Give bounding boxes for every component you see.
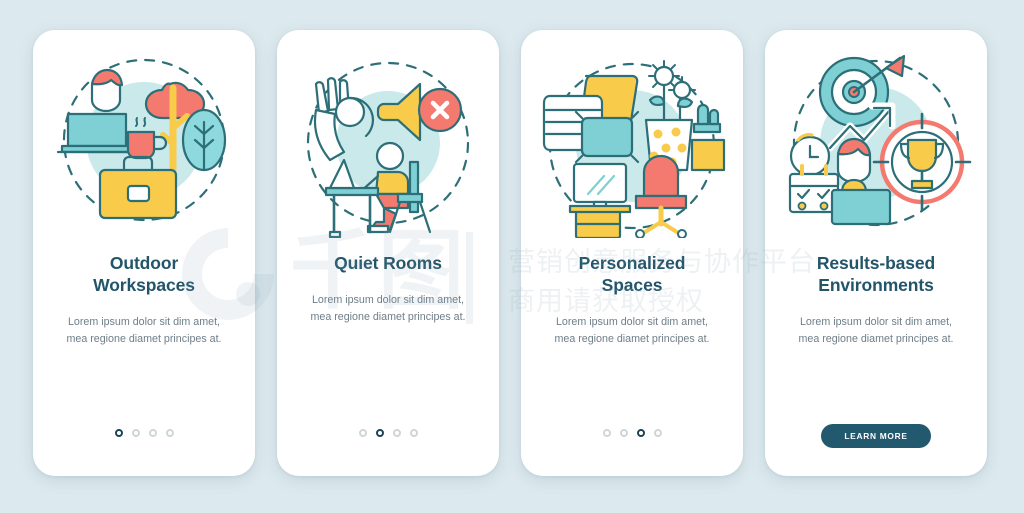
pagination-dots[interactable] [33,429,255,437]
pagination-dot-4[interactable] [653,429,662,437]
pagination-dot-1[interactable] [114,429,123,437]
card-title: Quiet Rooms [293,252,483,274]
card-title: Outdoor Workspaces [49,252,239,296]
onboarding-card-outdoor-workspaces[interactable]: Outdoor Workspaces Lorem ipsum dolor sit… [33,30,255,476]
card-title-line1: Results-based [816,253,936,273]
card-title: Personalized Spaces [537,252,727,296]
onboarding-card-row: Outdoor Workspaces Lorem ipsum dolor sit… [33,30,991,476]
card-body-text: Lorem ipsum dolor sit dim amet, mea regi… [554,316,710,346]
pagination-dot-1[interactable] [358,429,367,437]
card-body-text: Lorem ipsum dolor sit dim amet, mea regi… [798,316,954,346]
results-based-environments-illustration [776,48,976,238]
card-title-line2: Spaces [601,275,663,296]
card-title-line1: Quiet Rooms [334,253,442,273]
onboarding-card-personalized-spaces[interactable]: Personalized Spaces Lorem ipsum dolor si… [521,30,743,476]
card-title-line2: Workspaces [93,275,195,296]
outdoor-workspaces-illustration [44,48,244,238]
pagination-dot-3[interactable] [392,429,401,437]
card-body-text: Lorem ipsum dolor sit dim amet, mea regi… [66,316,222,346]
personalized-spaces-illustration [532,48,732,238]
onboarding-card-quiet-rooms[interactable]: Quiet Rooms Lorem ipsum dolor sit dim am… [277,30,499,476]
quiet-rooms-illustration [288,48,488,238]
card-body-text: Lorem ipsum dolor sit dim amet, mea regi… [310,294,466,324]
pagination-dot-3[interactable] [636,429,645,437]
pagination-dot-1[interactable] [602,429,611,437]
pagination-dots[interactable] [277,429,499,437]
pagination-dot-2[interactable] [131,429,140,437]
card-title-line1: Outdoor [109,253,179,273]
pagination-dot-2[interactable] [619,429,628,437]
card-title: Results-based Environments [781,252,971,296]
onboarding-screens-mockup: Outdoor Workspaces Lorem ipsum dolor sit… [0,0,1024,513]
pagination-dot-2[interactable] [375,429,384,437]
card-title-line2: Environments [818,275,934,296]
pagination-dot-3[interactable] [148,429,157,437]
pagination-dot-4[interactable] [409,429,418,437]
pagination-dots[interactable] [521,429,743,437]
onboarding-card-results-based-environments[interactable]: Results-based Environments Lorem ipsum d… [765,30,987,476]
card-title-line1: Personalized [578,253,686,273]
learn-more-button[interactable]: LEARN MORE [821,424,931,448]
pagination-dot-4[interactable] [165,429,174,437]
